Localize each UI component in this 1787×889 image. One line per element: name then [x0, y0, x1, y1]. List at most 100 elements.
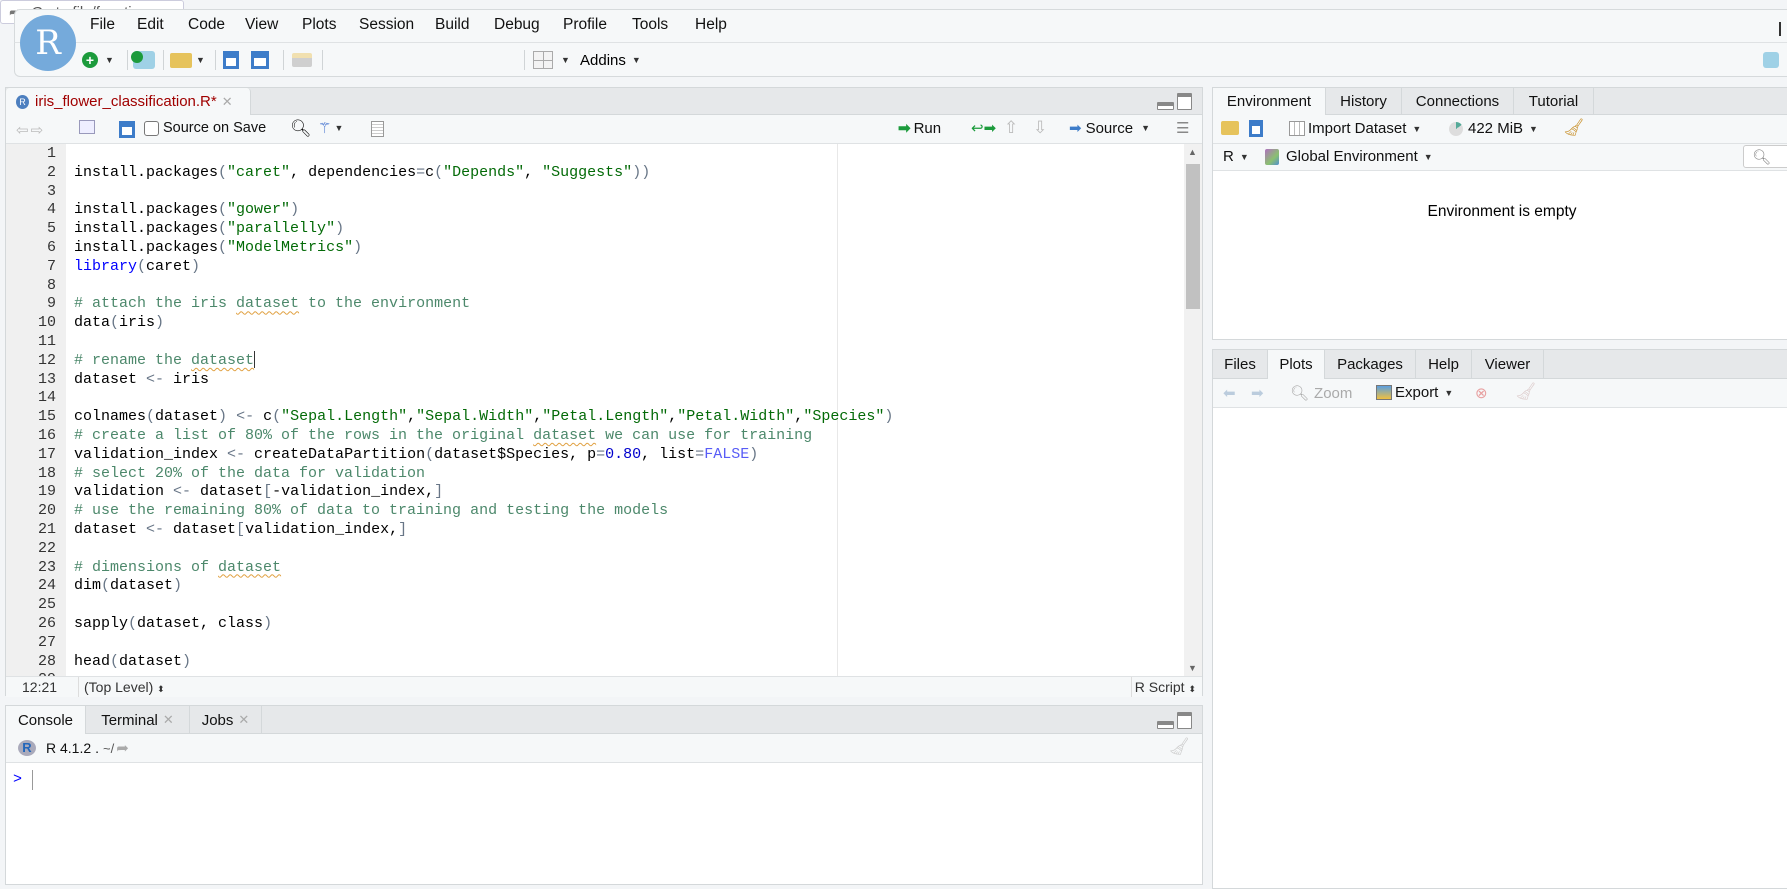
tab-tutorial[interactable]: Tutorial: [1514, 88, 1594, 115]
menu-edit[interactable]: Edit: [137, 16, 164, 34]
clear-console-button[interactable]: 🧹︎: [1168, 737, 1190, 757]
print-button[interactable]: [292, 50, 312, 70]
import-dataset-button[interactable]: Import Dataset ▼: [1289, 120, 1421, 137]
minimize-icon[interactable]: [1157, 102, 1174, 110]
code-line[interactable]: 21 dataset <- dataset[validation_index,]: [6, 520, 1184, 539]
forward-arrow-icon[interactable]: ⇨: [31, 121, 44, 139]
code-line[interactable]: 15 colnames(dataset) <- c("Sepal.Length",…: [6, 407, 1184, 426]
code-editor[interactable]: 1 2 install.packages("caret", dependencies…: [6, 144, 1184, 676]
tab-console[interactable]: Console: [6, 706, 86, 734]
previous-section-button[interactable]: ⇧: [1004, 118, 1018, 138]
menu-plots[interactable]: Plots: [302, 16, 336, 34]
project-button[interactable]: [1763, 50, 1779, 70]
close-tab-icon[interactable]: ✕: [238, 712, 249, 728]
minimize-icon[interactable]: [1157, 721, 1174, 729]
code-tools-button[interactable]: ⚚ ▼: [318, 119, 343, 137]
next-plot-button[interactable]: ➡: [1251, 384, 1264, 402]
editor-minmax[interactable]: [1157, 93, 1192, 110]
code-line[interactable]: 5 install.packages("parallelly"): [6, 219, 1184, 238]
next-section-button[interactable]: ⇩: [1033, 118, 1047, 138]
environment-search-input[interactable]: 🔍︎: [1743, 145, 1787, 168]
menu-build[interactable]: Build: [435, 16, 469, 34]
console-minmax[interactable]: [1157, 712, 1192, 729]
tab-iris-flower-classification[interactable]: R iris_flower_classification.R* ✕: [6, 88, 251, 115]
scrollbar-thumb[interactable]: [1186, 164, 1200, 309]
environment-scope-selector[interactable]: Global Environment ▼: [1265, 148, 1433, 165]
save-all-button[interactable]: [251, 50, 269, 70]
clear-environment-button[interactable]: 🧹︎: [1563, 118, 1585, 138]
save-button[interactable]: [223, 50, 239, 70]
code-line[interactable]: 19 validation <- dataset[-validation_inde…: [6, 482, 1184, 501]
menu-view[interactable]: View: [245, 16, 278, 34]
close-tab-icon[interactable]: ✕: [222, 94, 233, 110]
code-line[interactable]: 4 install.packages("gower"): [6, 200, 1184, 219]
pane-layout-button[interactable]: ▼: [533, 50, 570, 70]
code-line[interactable]: 9 # attach the iris dataset to the enviro…: [6, 294, 1184, 313]
editor-save-button[interactable]: [119, 121, 135, 138]
code-line[interactable]: 1: [6, 144, 1184, 163]
maximize-icon[interactable]: [1177, 93, 1192, 110]
tab-plots[interactable]: Plots: [1268, 350, 1325, 379]
menu-profile[interactable]: Profile: [563, 16, 607, 34]
tab-viewer[interactable]: Viewer: [1472, 350, 1544, 379]
clear-plots-button[interactable]: 🧹︎: [1515, 382, 1537, 402]
tab-connections[interactable]: Connections: [1402, 88, 1514, 115]
export-button[interactable]: Export ▼: [1376, 384, 1453, 401]
tab-files[interactable]: Files: [1213, 350, 1268, 379]
code-line[interactable]: 2 install.packages("caret", dependencies=…: [6, 163, 1184, 182]
code-line[interactable]: 8: [6, 276, 1184, 295]
code-line[interactable]: 24 dim(dataset): [6, 576, 1184, 595]
zoom-button[interactable]: 🔍︎ Zoom: [1290, 384, 1352, 403]
scroll-down-icon[interactable]: ▼: [1188, 663, 1197, 673]
compile-report-button[interactable]: [371, 121, 384, 137]
code-line[interactable]: 12 # rename the dataset: [6, 351, 1184, 370]
remove-plot-button[interactable]: ⊗: [1475, 384, 1488, 402]
maximize-icon[interactable]: [1177, 712, 1192, 729]
code-line[interactable]: 26 sapply(dataset, class): [6, 614, 1184, 633]
language-selector[interactable]: R ▼: [1223, 148, 1249, 165]
code-line[interactable]: 20 # use the remaining 80% of data to tra…: [6, 501, 1184, 520]
source-button[interactable]: ➡ Source ▼: [1069, 119, 1150, 138]
menu-debug[interactable]: Debug: [494, 16, 540, 34]
menu-tools[interactable]: Tools: [632, 16, 668, 34]
tab-help[interactable]: Help: [1416, 350, 1472, 379]
code-line[interactable]: 13 dataset <- iris: [6, 370, 1184, 389]
tab-terminal[interactable]: Terminal ✕: [86, 706, 190, 734]
run-button[interactable]: ➡ Run: [898, 119, 941, 138]
filetype-selector[interactable]: R Script ⬍: [1135, 679, 1196, 695]
load-workspace-button[interactable]: [1221, 121, 1239, 135]
code-line[interactable]: 11: [6, 332, 1184, 351]
scroll-up-icon[interactable]: ▲: [1188, 147, 1197, 157]
code-line[interactable]: 3: [6, 182, 1184, 201]
editor-scrollbar[interactable]: ▲ ▼: [1184, 144, 1202, 676]
console-input[interactable]: [32, 770, 33, 790]
show-in-window-button[interactable]: [79, 120, 95, 134]
menu-code[interactable]: Code: [188, 16, 225, 34]
code-line[interactable]: 10 data(iris): [6, 313, 1184, 332]
code-line[interactable]: 17 validation_index <- createDataPartitio…: [6, 445, 1184, 464]
new-project-button[interactable]: [131, 50, 155, 70]
tab-packages[interactable]: Packages: [1325, 350, 1416, 379]
source-on-save-checkbox[interactable]: Source on Save: [144, 120, 266, 136]
save-workspace-button[interactable]: [1249, 120, 1263, 137]
code-line[interactable]: 7 library(caret): [6, 257, 1184, 276]
menu-help[interactable]: Help: [695, 16, 727, 34]
memory-usage-button[interactable]: 422 MiB ▼: [1449, 120, 1538, 137]
working-directory[interactable]: ~/: [103, 741, 114, 756]
menu-session[interactable]: Session: [359, 16, 414, 34]
code-line[interactable]: 25: [6, 595, 1184, 614]
rerun-button[interactable]: ↩➡: [971, 119, 996, 137]
tab-history[interactable]: History: [1326, 88, 1402, 115]
open-file-button[interactable]: ▼: [170, 50, 205, 70]
outline-button[interactable]: ☰: [1176, 119, 1189, 137]
code-line[interactable]: 14: [6, 388, 1184, 407]
menu-file[interactable]: File: [90, 16, 115, 34]
code-line[interactable]: 6 install.packages("ModelMetrics"): [6, 238, 1184, 257]
tab-environment[interactable]: Environment: [1213, 88, 1326, 115]
goto-directory-icon[interactable]: ➦: [116, 739, 129, 757]
new-file-button[interactable]: + ▼: [82, 50, 114, 70]
code-line[interactable]: 22: [6, 539, 1184, 558]
tab-jobs[interactable]: Jobs ✕: [190, 706, 262, 734]
previous-plot-button[interactable]: ⬅: [1223, 384, 1236, 402]
code-line[interactable]: 27: [6, 633, 1184, 652]
